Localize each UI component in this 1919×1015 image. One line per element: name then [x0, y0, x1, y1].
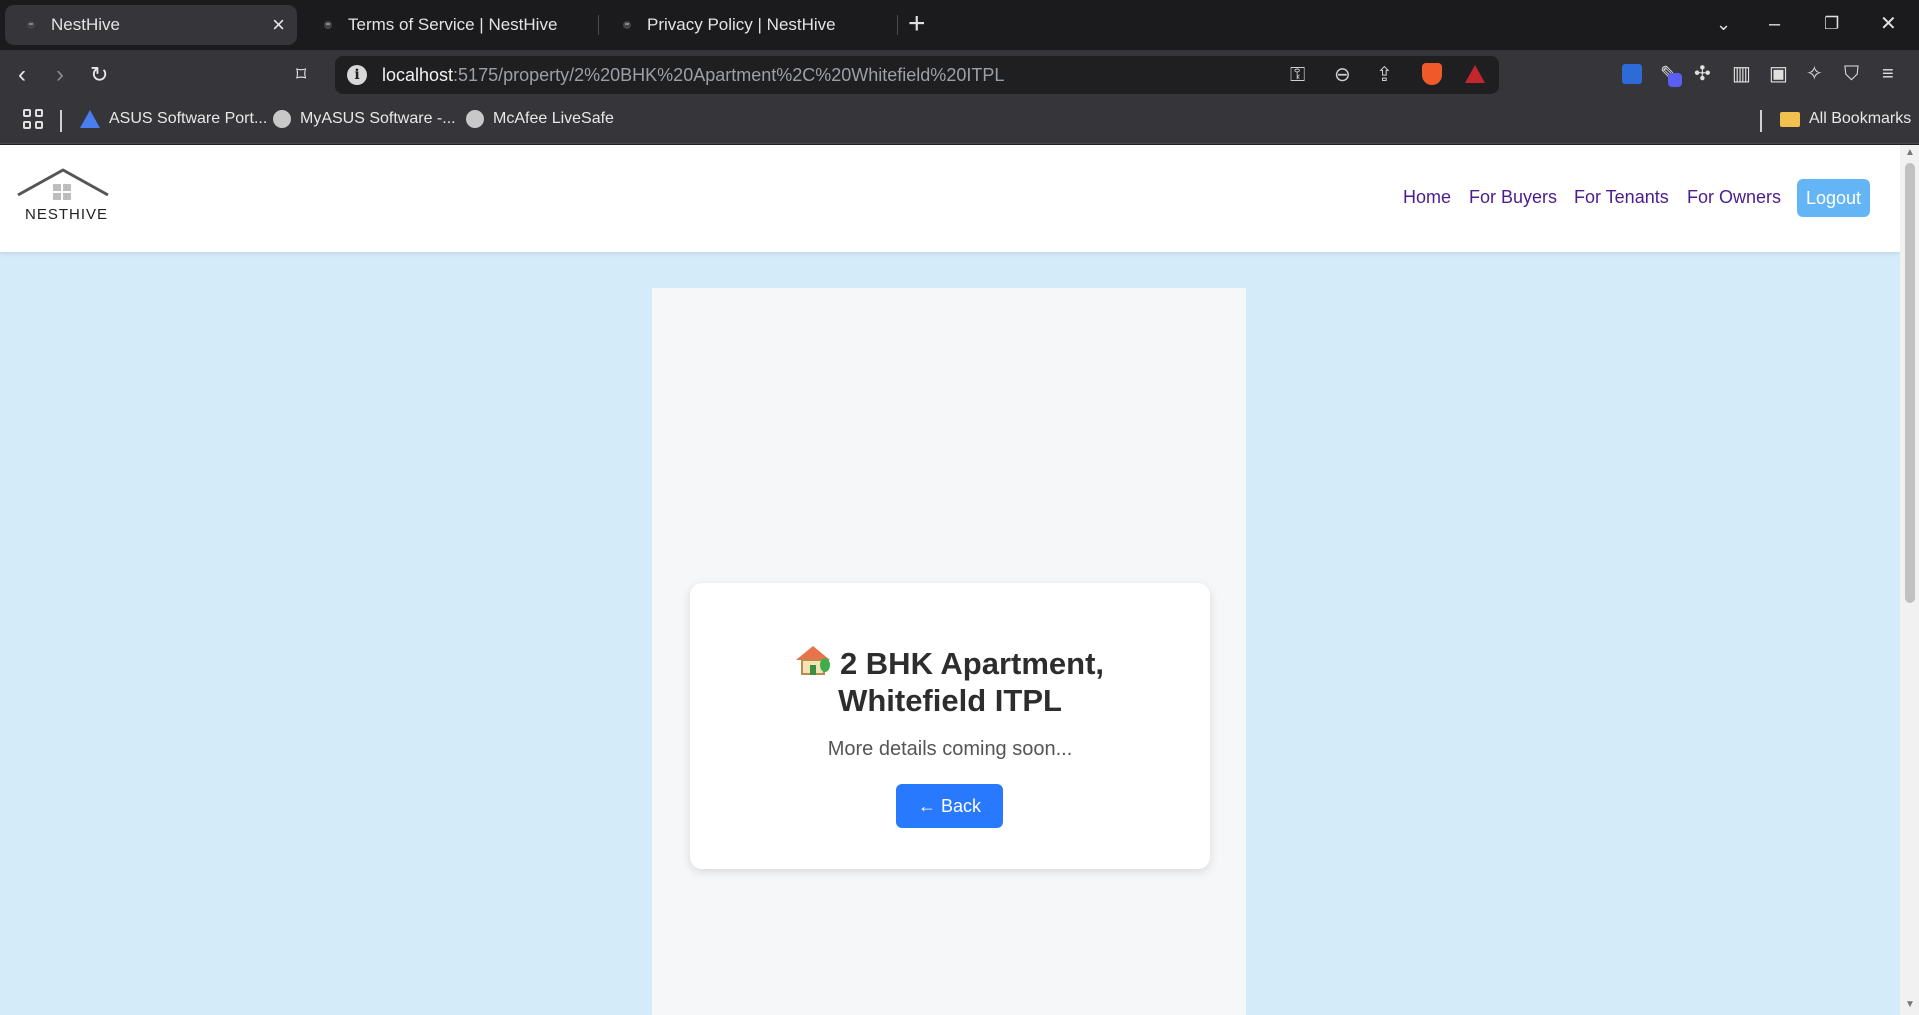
asus-icon — [80, 110, 100, 128]
tab-favicon-icon — [324, 21, 332, 29]
reload-icon[interactable]: ↻ — [90, 60, 108, 90]
extension-blue-icon[interactable] — [1622, 64, 1642, 84]
address-bar-url[interactable]: localhost:5175/property/2%20BHK%20Apartm… — [382, 65, 1004, 86]
folder-icon — [1780, 111, 1800, 127]
forward-arrow-icon[interactable]: › — [56, 60, 64, 90]
tab-terms-of-service[interactable]: Terms of Service | NestHive — [302, 5, 592, 45]
tab-favicon-icon — [27, 21, 35, 29]
menu-icon[interactable]: ≡ — [1882, 62, 1894, 86]
extension-badge-icon — [1668, 73, 1682, 87]
property-card: 2 BHK Apartment, Whitefield ITPL More de… — [690, 583, 1210, 869]
password-key-icon[interactable]: ⚿ — [1290, 63, 1305, 87]
zoom-out-icon[interactable]: ⊖ — [1334, 63, 1351, 87]
browser-tab-strip: NestHive × Terms of Service | NestHive P… — [0, 0, 1919, 50]
page-viewport: NESTHIVE Home For Buyers For Tenants For… — [0, 145, 1900, 1015]
property-subtitle: More details coming soon... — [827, 738, 1073, 760]
globe-icon — [273, 110, 291, 128]
nav-for-buyers[interactable]: For Buyers — [1469, 187, 1557, 208]
restore-icon[interactable]: ❐ — [1824, 10, 1839, 38]
bookmark-label: MyASUS Software -... — [300, 110, 456, 127]
tab-privacy-policy[interactable]: Privacy Policy | NestHive — [601, 5, 891, 45]
property-title-line2: Whitefield ITPL — [838, 683, 1062, 718]
apps-grid-icon[interactable] — [23, 109, 43, 129]
bookmark-mcafee-livesafe[interactable]: McAfee LiveSafe — [466, 110, 614, 128]
tab-title: NestHive — [51, 15, 120, 34]
extensions-puzzle-icon[interactable]: ✣ — [1694, 62, 1711, 86]
address-bar[interactable]: i localhost:5175/property/2%20BHK%20Apar… — [335, 56, 1499, 94]
wallet-icon[interactable]: ▣ — [1769, 62, 1788, 86]
bookmark-asus-software[interactable]: ASUS Software Port... — [80, 110, 267, 128]
tab-divider — [598, 15, 599, 35]
page-scrollbar[interactable]: ▲ ▼ — [1900, 145, 1919, 1015]
logout-button[interactable]: Logout — [1797, 179, 1870, 217]
brave-rewards-icon[interactable] — [1465, 65, 1485, 83]
property-title-line1: 2 BHK Apartment, — [839, 646, 1105, 681]
scrollbar-thumb[interactable] — [1905, 163, 1915, 603]
bookmark-label: ASUS Software Port... — [109, 110, 268, 127]
url-path: :5175/property/2%20BHK%20Apartment%2C%20… — [453, 65, 1005, 85]
bookmarks-divider — [1760, 110, 1762, 132]
share-icon[interactable]: ⇪ — [1376, 63, 1393, 87]
property-title: 2 BHK Apartment, Whitefield ITPL — [750, 645, 1150, 719]
house-icon — [795, 646, 830, 676]
all-bookmarks-label: All Bookmarks — [1809, 110, 1912, 127]
vpn-shield-icon[interactable]: ⛉ — [1844, 62, 1859, 86]
brave-shields-icon[interactable] — [1422, 63, 1442, 85]
leo-ai-icon[interactable]: ✧ — [1806, 62, 1823, 86]
browser-toolbar: ‹ › ↻ ⌑ i localhost:5175/property/2%20BH… — [0, 50, 1919, 100]
scroll-down-arrow-icon[interactable]: ▼ — [1905, 999, 1915, 1010]
all-bookmarks-button[interactable]: All Bookmarks — [1780, 110, 1911, 128]
nav-for-owners[interactable]: For Owners — [1687, 187, 1781, 208]
url-host: localhost — [382, 65, 454, 85]
bookmark-icon[interactable]: ⌑ — [296, 60, 306, 90]
tab-favicon-icon — [623, 21, 631, 29]
new-tab-icon[interactable]: + — [908, 8, 926, 40]
back-button[interactable]: ← Back — [896, 784, 1003, 828]
nav-home[interactable]: Home — [1403, 187, 1451, 208]
nav-for-tenants[interactable]: For Tenants — [1574, 187, 1669, 208]
tab-title: Terms of Service | NestHive — [348, 15, 558, 34]
minimize-icon[interactable]: – — [1769, 10, 1780, 38]
close-window-icon[interactable]: ✕ — [1880, 10, 1897, 38]
tab-nesthive[interactable]: NestHive × — [5, 5, 297, 45]
scroll-up-arrow-icon[interactable]: ▲ — [1905, 147, 1915, 158]
logo-text: NESTHIVE — [25, 206, 109, 223]
close-tab-icon[interactable]: × — [272, 14, 285, 36]
site-header: NESTHIVE Home For Buyers For Tenants For… — [0, 145, 1900, 252]
bookmark-label: McAfee LiveSafe — [493, 110, 614, 127]
tab-divider — [897, 15, 898, 35]
site-info-icon[interactable]: i — [347, 65, 367, 85]
tab-title: Privacy Policy | NestHive — [647, 15, 836, 34]
bookmarks-divider — [60, 110, 62, 132]
bookmark-myasus-software[interactable]: MyASUS Software -... — [273, 110, 456, 128]
tab-search-chevron-icon[interactable]: ⌄ — [1716, 10, 1731, 38]
sidebar-icon[interactable]: ▥ — [1732, 62, 1751, 86]
globe-icon — [466, 110, 484, 128]
back-arrow-icon[interactable]: ‹ — [18, 60, 26, 90]
